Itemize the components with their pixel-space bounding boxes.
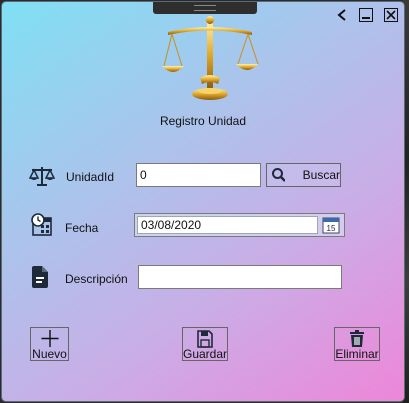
scales-of-justice-logo xyxy=(162,16,259,100)
fecha-datepicker[interactable]: 15 xyxy=(134,213,345,237)
page-title: Registro Unidad xyxy=(159,114,247,128)
plus-icon xyxy=(40,329,59,348)
unidad-id-label: UnidadId xyxy=(66,170,115,184)
trash-icon xyxy=(350,330,364,347)
app-window: Registro Unidad UnidadId Buscar Fecha xyxy=(1,1,405,402)
fecha-label: Fecha xyxy=(65,221,99,235)
unidad-id-input[interactable] xyxy=(136,163,261,187)
save-icon xyxy=(197,330,213,348)
chevron-left-icon xyxy=(337,9,346,21)
calendar-button[interactable]: 15 xyxy=(322,216,340,234)
drag-handle[interactable] xyxy=(153,2,257,14)
minimize-icon xyxy=(362,17,370,19)
eliminar-label: Eliminar xyxy=(335,347,379,361)
descripcion-label: Descripción xyxy=(65,272,128,286)
eliminar-button[interactable]: Eliminar xyxy=(334,327,380,361)
document-icon xyxy=(32,266,48,288)
fecha-input[interactable] xyxy=(137,216,318,234)
guardar-button[interactable]: Guardar xyxy=(182,327,228,361)
scale-icon xyxy=(29,167,55,186)
calendar-icon: 15 xyxy=(322,217,340,234)
calendar-clock-icon xyxy=(31,213,52,236)
nuevo-button[interactable]: Nuevo xyxy=(30,327,69,361)
close-button[interactable] xyxy=(384,8,398,22)
guardar-label: Guardar xyxy=(182,347,228,361)
close-icon xyxy=(386,10,396,20)
minimize-button[interactable] xyxy=(359,8,373,22)
buscar-button[interactable]: Buscar xyxy=(266,163,341,187)
back-button[interactable] xyxy=(335,8,349,22)
descripcion-input[interactable] xyxy=(138,265,342,289)
calendar-day-text: 15 xyxy=(327,224,336,233)
nuevo-label: Nuevo xyxy=(32,347,67,361)
search-icon xyxy=(272,168,285,182)
buscar-label: Buscar xyxy=(302,168,340,182)
